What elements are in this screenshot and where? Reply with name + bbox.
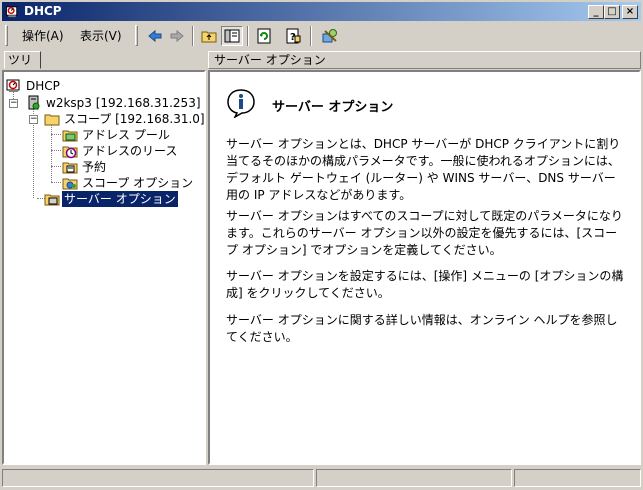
page-title: サーバー オプション	[272, 100, 394, 115]
tree-item-label: アドレスのリース	[82, 144, 178, 158]
description-pane: サーバー オプション サーバー オプションとは、DHCP サーバーが DHCP …	[208, 70, 641, 465]
tree-connector	[51, 122, 52, 182]
show-hide-tree-icon[interactable]	[221, 26, 243, 46]
menu-view[interactable]: 表示(V)	[74, 27, 128, 45]
collapse-toggle[interactable]: −	[29, 115, 38, 124]
info-icon	[227, 89, 255, 118]
scope-options-icon	[62, 178, 78, 190]
address-pool-icon	[62, 130, 78, 142]
server-options-icon	[44, 194, 60, 206]
title-bar[interactable]: DHCP _ □ ×	[2, 2, 641, 21]
dhcp-icon	[6, 79, 20, 92]
tree-connector	[33, 120, 34, 198]
tab-tree[interactable]: ツリー	[4, 51, 41, 84]
tree-item-label: w2ksp3 [192.168.31.253]	[46, 96, 201, 110]
tree-item-label: 予約	[82, 160, 107, 174]
description-paragraph: サーバー オプションとは、DHCP サーバーが DHCP クライアントに割り当て…	[226, 137, 621, 202]
forward-arrow-icon[interactable]	[166, 26, 188, 46]
status-cell	[514, 469, 641, 487]
back-arrow-icon[interactable]	[144, 26, 166, 46]
right-pane-header: サーバー オプション	[208, 51, 641, 69]
collapse-toggle[interactable]: −	[9, 99, 18, 108]
minimize-button[interactable]: _	[588, 5, 604, 19]
dhcp-window: DHCP _ □ × 操作(A) 表示(V) ? ツリ サーバー オプション D…	[0, 0, 643, 490]
description-paragraph: サーバー オプションに関する詳しい情報は、オンライン ヘルプを参照してください。	[226, 313, 618, 344]
up-folder-icon[interactable]	[198, 26, 220, 46]
server-wizard-icon[interactable]	[319, 26, 341, 46]
status-bar	[2, 467, 641, 488]
status-cell	[316, 469, 512, 487]
refresh-icon[interactable]	[253, 26, 275, 46]
toolbar-separator	[192, 26, 194, 46]
status-cell	[2, 469, 314, 487]
lease-icon	[62, 146, 78, 159]
window-title: DHCP	[24, 4, 62, 18]
tree-connector	[51, 166, 61, 167]
description-paragraph: サーバー オプションはすべてのスコープに対して既定のパラメータになります。これら…	[226, 209, 623, 257]
tree-item-label: スコープ オプション	[82, 176, 194, 190]
menu-toolbar: 操作(A) 表示(V) ?	[2, 22, 641, 50]
close-button[interactable]: ×	[622, 5, 638, 19]
tree-item-label: アドレス プール	[82, 128, 170, 142]
maximize-button[interactable]: □	[604, 5, 620, 19]
tree-item-label: サーバー オプション	[61, 190, 179, 208]
description-paragraph: サーバー オプションを設定するには、[操作] メニューの [オプションの構成] …	[226, 269, 624, 300]
reservation-icon	[62, 162, 78, 174]
folder-icon	[44, 114, 60, 126]
menu-action[interactable]: 操作(A)	[16, 27, 70, 45]
tree-connector	[51, 150, 61, 151]
toolbar-grip[interactable]	[5, 25, 8, 46]
tree-item-label: DHCP	[26, 79, 60, 93]
toolbar-separator	[310, 26, 312, 46]
toolbar-separator	[247, 26, 249, 46]
tree-connector	[51, 134, 61, 135]
server-icon	[28, 95, 40, 110]
properties-icon[interactable]: ?	[282, 26, 304, 46]
tree-pane[interactable]: DHCP − w2ksp3 [192.168.31.253] − スコープ [1…	[2, 70, 231, 465]
toolbar-grip[interactable]	[135, 25, 138, 46]
tree-connector	[51, 182, 61, 183]
dhcp-app-icon	[5, 6, 18, 18]
